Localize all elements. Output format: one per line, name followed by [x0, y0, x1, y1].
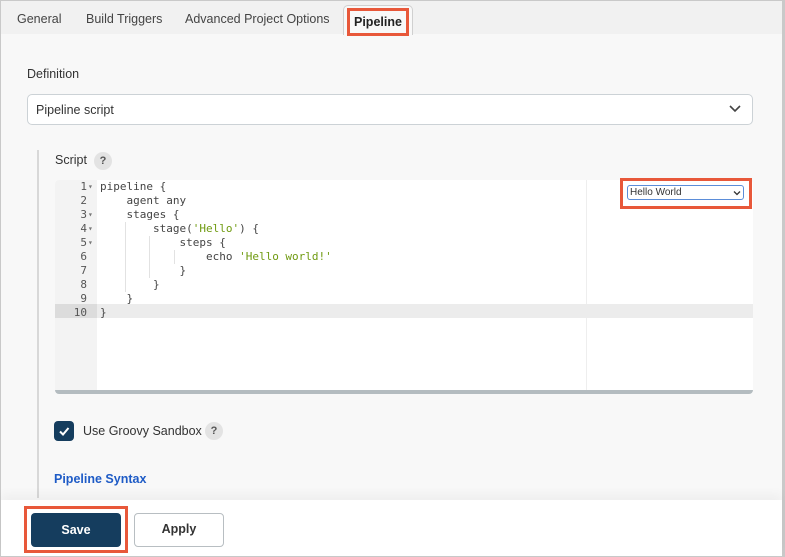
section-indent-bar: [37, 150, 39, 498]
script-help-icon[interactable]: ?: [94, 152, 112, 170]
code-text: }: [100, 306, 107, 320]
code-text: steps {: [100, 236, 226, 250]
code-line[interactable]: 9 }: [55, 292, 753, 306]
apply-button[interactable]: Apply: [134, 513, 224, 547]
definition-label: Definition: [27, 67, 80, 81]
sample-pipeline-select[interactable]: Hello World: [627, 185, 744, 200]
code-line[interactable]: 4 ▾ stage('Hello') {: [55, 222, 753, 236]
code-line[interactable]: 5 ▾ steps {: [55, 236, 753, 250]
definition-selected-value: Pipeline script: [36, 103, 114, 117]
save-button[interactable]: Save: [31, 513, 121, 547]
code-text: agent any: [100, 194, 186, 208]
code-text: stage('Hello') {: [100, 222, 259, 236]
code-text: }: [100, 292, 133, 306]
script-label: Script: [55, 153, 87, 167]
tab-pipeline[interactable]: Pipeline: [343, 5, 413, 36]
code-line[interactable]: 8 }: [55, 278, 753, 292]
code-token: }: [100, 292, 134, 305]
tab-build-triggers[interactable]: Build Triggers: [86, 12, 162, 26]
line-number: 2: [80, 194, 87, 207]
save-highlight: Save: [24, 506, 128, 553]
line-number: 5: [80, 236, 87, 249]
definition-select[interactable]: Pipeline script: [27, 94, 753, 125]
code-token: ) {: [239, 222, 259, 235]
chevron-down-icon: [733, 191, 741, 196]
fold-toggle-icon[interactable]: ▾: [88, 236, 93, 250]
tab-bar: General Build Triggers Advanced Project …: [1, 1, 782, 36]
code-token: }: [100, 264, 187, 277]
code-line[interactable]: 7 }: [55, 264, 753, 278]
code-string: 'Hello world!': [239, 250, 332, 263]
code-text: }: [100, 278, 160, 292]
sandbox-help-icon[interactable]: ?: [205, 422, 223, 440]
tab-advanced-project-options[interactable]: Advanced Project Options: [185, 12, 330, 26]
line-number: 8: [80, 278, 87, 291]
fold-toggle-icon[interactable]: ▾: [88, 208, 93, 222]
code-text: pipeline {: [100, 180, 166, 194]
line-number: 9: [80, 292, 87, 305]
line-number: 1: [80, 180, 87, 193]
code-line[interactable]: 3 ▾ stages {: [55, 208, 753, 222]
pipeline-syntax-link[interactable]: Pipeline Syntax: [54, 472, 146, 486]
groovy-sandbox-checkbox[interactable]: [54, 421, 74, 441]
code-string: 'Hello': [192, 222, 240, 235]
fold-toggle-icon[interactable]: ▾: [88, 222, 93, 236]
line-number: 4: [80, 222, 87, 235]
chevron-down-icon: [729, 105, 741, 113]
code-token: stages {: [100, 208, 180, 221]
sample-selected-value: Hello World: [630, 187, 682, 198]
code-line[interactable]: 6 echo 'Hello world!': [55, 250, 753, 264]
sample-highlight: Hello World: [620, 178, 752, 209]
code-text: }: [100, 264, 186, 278]
code-token: }: [100, 306, 107, 319]
code-text: stages {: [100, 208, 179, 222]
code-token: echo: [100, 250, 240, 263]
code-token: agent any: [100, 194, 187, 207]
script-editor[interactable]: 1 ▾ pipeline {2 agent any 3 ▾ stages {4 ▾ sta…: [55, 180, 753, 394]
fold-toggle-icon[interactable]: ▾: [88, 180, 93, 194]
groovy-sandbox-label: Use Groovy Sandbox: [83, 424, 202, 438]
code-token: }: [100, 278, 160, 291]
line-number: 6: [80, 250, 87, 263]
code-token: pipeline {: [100, 180, 167, 193]
code-token: steps {: [100, 236, 226, 249]
code-line[interactable]: 10}: [55, 306, 753, 320]
tab-pipeline-label: Pipeline: [347, 8, 409, 36]
line-number: 3: [80, 208, 87, 221]
checkmark-icon: [59, 427, 70, 436]
tab-general[interactable]: General: [17, 12, 61, 26]
line-number: 10: [73, 306, 87, 319]
line-number: 7: [80, 264, 87, 277]
code-token: stage(: [100, 222, 193, 235]
code-text: echo 'Hello world!': [100, 250, 332, 264]
